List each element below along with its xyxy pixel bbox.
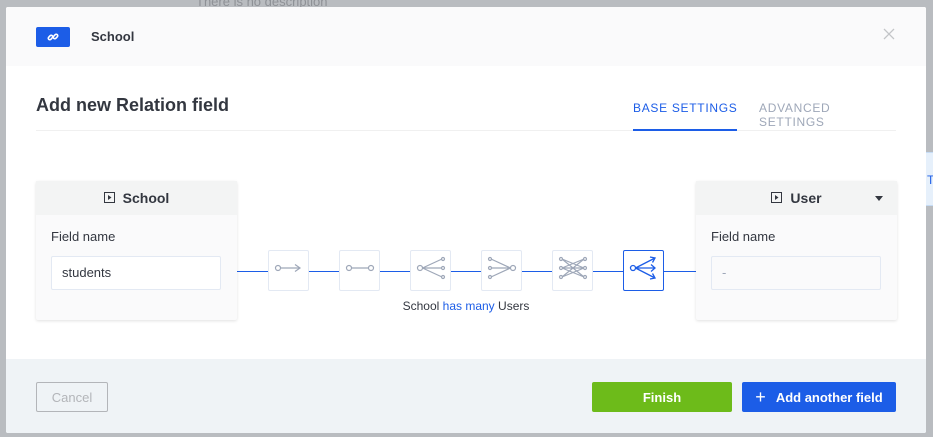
one-to-many-relation-button[interactable] <box>410 250 451 291</box>
left-field-label: Field name <box>51 229 116 244</box>
relation-left-model: School <box>402 299 440 313</box>
one-way-relation-button[interactable] <box>268 250 309 291</box>
add-another-field-button[interactable]: + Add another field <box>742 382 896 412</box>
right-field-label: Field name <box>711 229 776 244</box>
content-type-icon <box>771 190 783 206</box>
one-to-one-relation-icon <box>345 260 375 281</box>
page-title: Add new Relation field <box>36 95 230 115</box>
chevron-down-icon[interactable] <box>875 196 883 201</box>
one-way-relation-icon <box>274 260 304 281</box>
modal-header: School <box>6 7 926 66</box>
content-type-icon <box>103 190 115 206</box>
one-to-one-relation-button[interactable] <box>339 250 380 291</box>
right-model-name: User <box>790 190 822 206</box>
cancel-button[interactable]: Cancel <box>36 382 108 412</box>
left-model-header: School <box>36 181 237 215</box>
many-to-many-relation-button[interactable] <box>552 250 593 291</box>
many-to-one-relation-button[interactable] <box>481 250 522 291</box>
relation-right-model: Users <box>498 299 530 313</box>
right-model-card: User Field name - <box>696 181 897 320</box>
left-model-card: School Field name students <box>36 181 237 320</box>
tab-base-settings[interactable]: BASE SETTINGS <box>633 101 738 131</box>
link-icon <box>36 27 70 47</box>
relation-field-modal: School Add new Relation field BASE SETTI… <box>6 7 926 433</box>
modal-footer: Cancel Finish + Add another field <box>6 359 926 433</box>
left-model-name: School <box>122 190 170 206</box>
finish-button[interactable]: Finish <box>592 382 732 412</box>
many-way-relation-button[interactable] <box>623 250 664 291</box>
right-model-header[interactable]: User <box>696 181 897 215</box>
plus-icon: + <box>755 387 766 407</box>
right-field-name-input[interactable]: - <box>711 256 881 290</box>
one-to-many-relation-icon <box>416 256 446 285</box>
many-to-many-relation-icon <box>558 256 588 285</box>
many-to-one-relation-icon <box>487 256 517 285</box>
close-icon[interactable] <box>882 27 896 41</box>
many-way-relation-icon <box>629 255 659 286</box>
relation-description: School has many Users <box>366 299 566 313</box>
add-another-field-label: Add another field <box>775 389 883 405</box>
relation-verb: has many <box>442 299 495 313</box>
title-row: Add new Relation field BASE SETTINGS ADV… <box>36 93 896 131</box>
header-title: School <box>91 29 135 44</box>
tab-advanced-settings[interactable]: ADVANCED SETTINGS <box>759 101 896 129</box>
left-field-name-input[interactable]: students <box>51 256 221 290</box>
